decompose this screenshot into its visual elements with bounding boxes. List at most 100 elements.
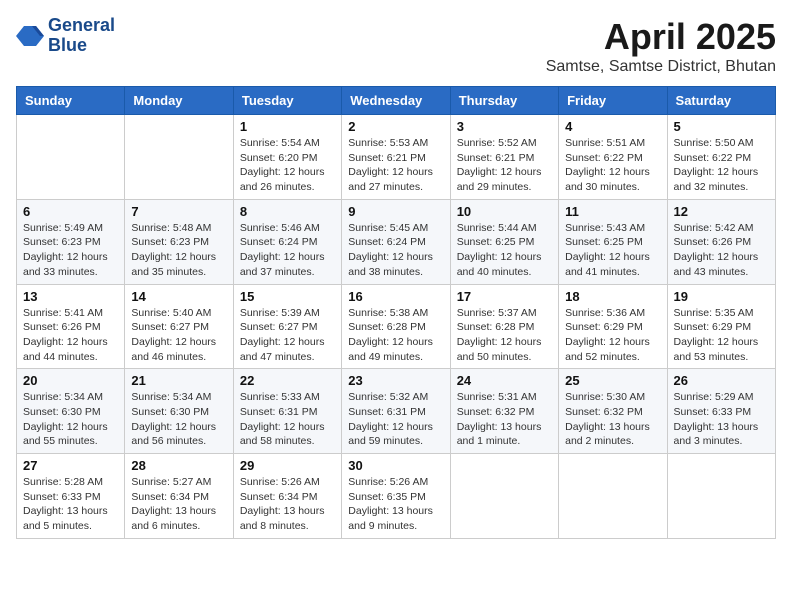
calendar-cell: 28 Sunrise: 5:27 AMSunset: 6:34 PMDayligh…	[125, 454, 233, 539]
day-detail: Sunrise: 5:28 AMSunset: 6:33 PMDaylight:…	[23, 475, 118, 534]
day-detail: Sunrise: 5:41 AMSunset: 6:26 PMDaylight:…	[23, 306, 118, 365]
calendar-week-row: 1 Sunrise: 5:54 AMSunset: 6:20 PMDaylight…	[17, 115, 776, 200]
day-detail: Sunrise: 5:40 AMSunset: 6:27 PMDaylight:…	[131, 306, 226, 365]
day-detail: Sunrise: 5:36 AMSunset: 6:29 PMDaylight:…	[565, 306, 660, 365]
day-detail: Sunrise: 5:34 AMSunset: 6:30 PMDaylight:…	[131, 390, 226, 449]
logo: General Blue	[16, 16, 115, 56]
calendar-cell: 9 Sunrise: 5:45 AMSunset: 6:24 PMDaylight…	[342, 199, 450, 284]
day-detail: Sunrise: 5:54 AMSunset: 6:20 PMDaylight:…	[240, 136, 335, 195]
calendar-cell: 11 Sunrise: 5:43 AMSunset: 6:25 PMDayligh…	[559, 199, 667, 284]
calendar-cell: 16Sunrise: 5:38 AMSunset: 6:28 PMDayligh…	[342, 284, 450, 369]
calendar-cell: 12 Sunrise: 5:42 AMSunset: 6:26 PMDayligh…	[667, 199, 775, 284]
day-number: 1	[240, 119, 335, 134]
day-number: 19	[674, 289, 769, 304]
calendar-cell: 5 Sunrise: 5:50 AMSunset: 6:22 PMDaylight…	[667, 115, 775, 200]
calendar-header: SundayMondayTuesdayWednesdayThursdayFrid…	[17, 87, 776, 115]
calendar-cell	[17, 115, 125, 200]
day-number: 21	[131, 373, 226, 388]
day-number: 18	[565, 289, 660, 304]
day-number: 7	[131, 204, 226, 219]
day-detail: Sunrise: 5:50 AMSunset: 6:22 PMDaylight:…	[674, 136, 769, 195]
day-number: 12	[674, 204, 769, 219]
calendar-cell: 7 Sunrise: 5:48 AMSunset: 6:23 PMDaylight…	[125, 199, 233, 284]
calendar-cell: 29 Sunrise: 5:26 AMSunset: 6:34 PMDayligh…	[233, 454, 341, 539]
day-number: 10	[457, 204, 552, 219]
day-detail: Sunrise: 5:51 AMSunset: 6:22 PMDaylight:…	[565, 136, 660, 195]
day-number: 8	[240, 204, 335, 219]
day-detail: Sunrise: 5:43 AMSunset: 6:25 PMDaylight:…	[565, 221, 660, 280]
calendar-cell: 8 Sunrise: 5:46 AMSunset: 6:24 PMDaylight…	[233, 199, 341, 284]
day-detail: Sunrise: 5:31 AMSunset: 6:32 PMDaylight:…	[457, 390, 552, 449]
day-number: 3	[457, 119, 552, 134]
calendar-cell: 10 Sunrise: 5:44 AMSunset: 6:25 PMDayligh…	[450, 199, 558, 284]
day-detail: Sunrise: 5:26 AMSunset: 6:35 PMDaylight:…	[348, 475, 443, 534]
calendar-cell: 26Sunrise: 5:29 AMSunset: 6:33 PMDayligh…	[667, 369, 775, 454]
calendar-cell: 6 Sunrise: 5:49 AMSunset: 6:23 PMDaylight…	[17, 199, 125, 284]
calendar-cell: 15 Sunrise: 5:39 AMSunset: 6:27 PMDayligh…	[233, 284, 341, 369]
calendar-cell: 24 Sunrise: 5:31 AMSunset: 6:32 PMDayligh…	[450, 369, 558, 454]
calendar-cell: 19 Sunrise: 5:35 AMSunset: 6:29 PMDayligh…	[667, 284, 775, 369]
day-detail: Sunrise: 5:44 AMSunset: 6:25 PMDaylight:…	[457, 221, 552, 280]
day-of-week-header: Monday	[125, 87, 233, 115]
day-detail: Sunrise: 5:46 AMSunset: 6:24 PMDaylight:…	[240, 221, 335, 280]
calendar-cell: 27 Sunrise: 5:28 AMSunset: 6:33 PMDayligh…	[17, 454, 125, 539]
page-header: General Blue April 2025 Samtse, Samtse D…	[16, 16, 776, 76]
day-of-week-header: Tuesday	[233, 87, 341, 115]
calendar-cell: 2 Sunrise: 5:53 AMSunset: 6:21 PMDaylight…	[342, 115, 450, 200]
calendar-week-row: 13 Sunrise: 5:41 AMSunset: 6:26 PMDayligh…	[17, 284, 776, 369]
calendar-cell	[450, 454, 558, 539]
calendar-cell: 18 Sunrise: 5:36 AMSunset: 6:29 PMDayligh…	[559, 284, 667, 369]
calendar-week-row: 6 Sunrise: 5:49 AMSunset: 6:23 PMDaylight…	[17, 199, 776, 284]
day-detail: Sunrise: 5:30 AMSunset: 6:32 PMDaylight:…	[565, 390, 660, 449]
main-title: April 2025	[546, 16, 776, 58]
calendar-week-row: 27 Sunrise: 5:28 AMSunset: 6:33 PMDayligh…	[17, 454, 776, 539]
subtitle: Samtse, Samtse District, Bhutan	[546, 58, 776, 76]
day-number: 9	[348, 204, 443, 219]
calendar-cell	[125, 115, 233, 200]
day-detail: Sunrise: 5:53 AMSunset: 6:21 PMDaylight:…	[348, 136, 443, 195]
day-detail: Sunrise: 5:26 AMSunset: 6:34 PMDaylight:…	[240, 475, 335, 534]
calendar-cell: 20 Sunrise: 5:34 AMSunset: 6:30 PMDayligh…	[17, 369, 125, 454]
day-number: 27	[23, 458, 118, 473]
day-detail: Sunrise: 5:27 AMSunset: 6:34 PMDaylight:…	[131, 475, 226, 534]
day-number: 4	[565, 119, 660, 134]
day-detail: Sunrise: 5:45 AMSunset: 6:24 PMDaylight:…	[348, 221, 443, 280]
calendar-cell: 14 Sunrise: 5:40 AMSunset: 6:27 PMDayligh…	[125, 284, 233, 369]
calendar-cell: 3 Sunrise: 5:52 AMSunset: 6:21 PMDaylight…	[450, 115, 558, 200]
day-detail: Sunrise: 5:38 AMSunset: 6:28 PMDaylight:…	[348, 306, 443, 365]
day-number: 2	[348, 119, 443, 134]
calendar-table: SundayMondayTuesdayWednesdayThursdayFrid…	[16, 86, 776, 539]
calendar-week-row: 20 Sunrise: 5:34 AMSunset: 6:30 PMDayligh…	[17, 369, 776, 454]
day-number: 14	[131, 289, 226, 304]
day-detail: Sunrise: 5:34 AMSunset: 6:30 PMDaylight:…	[23, 390, 118, 449]
day-number: 6	[23, 204, 118, 219]
day-detail: Sunrise: 5:52 AMSunset: 6:21 PMDaylight:…	[457, 136, 552, 195]
calendar-cell: 21 Sunrise: 5:34 AMSunset: 6:30 PMDayligh…	[125, 369, 233, 454]
day-detail: Sunrise: 5:49 AMSunset: 6:23 PMDaylight:…	[23, 221, 118, 280]
day-detail: Sunrise: 5:48 AMSunset: 6:23 PMDaylight:…	[131, 221, 226, 280]
day-number: 28	[131, 458, 226, 473]
day-number: 13	[23, 289, 118, 304]
logo-text: General Blue	[48, 16, 115, 56]
day-number: 25	[565, 373, 660, 388]
day-number: 11	[565, 204, 660, 219]
calendar-cell: 1 Sunrise: 5:54 AMSunset: 6:20 PMDaylight…	[233, 115, 341, 200]
calendar-cell: 22Sunrise: 5:33 AMSunset: 6:31 PMDayligh…	[233, 369, 341, 454]
day-detail: Sunrise: 5:42 AMSunset: 6:26 PMDaylight:…	[674, 221, 769, 280]
day-number: 29	[240, 458, 335, 473]
day-of-week-header: Wednesday	[342, 87, 450, 115]
day-of-week-header: Friday	[559, 87, 667, 115]
day-detail: Sunrise: 5:35 AMSunset: 6:29 PMDaylight:…	[674, 306, 769, 365]
day-of-week-header: Thursday	[450, 87, 558, 115]
day-number: 23	[348, 373, 443, 388]
day-number: 5	[674, 119, 769, 134]
day-number: 20	[23, 373, 118, 388]
day-number: 15	[240, 289, 335, 304]
day-number: 22	[240, 373, 335, 388]
day-detail: Sunrise: 5:39 AMSunset: 6:27 PMDaylight:…	[240, 306, 335, 365]
calendar-cell: 4 Sunrise: 5:51 AMSunset: 6:22 PMDaylight…	[559, 115, 667, 200]
day-number: 30	[348, 458, 443, 473]
day-number: 24	[457, 373, 552, 388]
calendar-cell	[667, 454, 775, 539]
logo-icon	[16, 22, 44, 50]
